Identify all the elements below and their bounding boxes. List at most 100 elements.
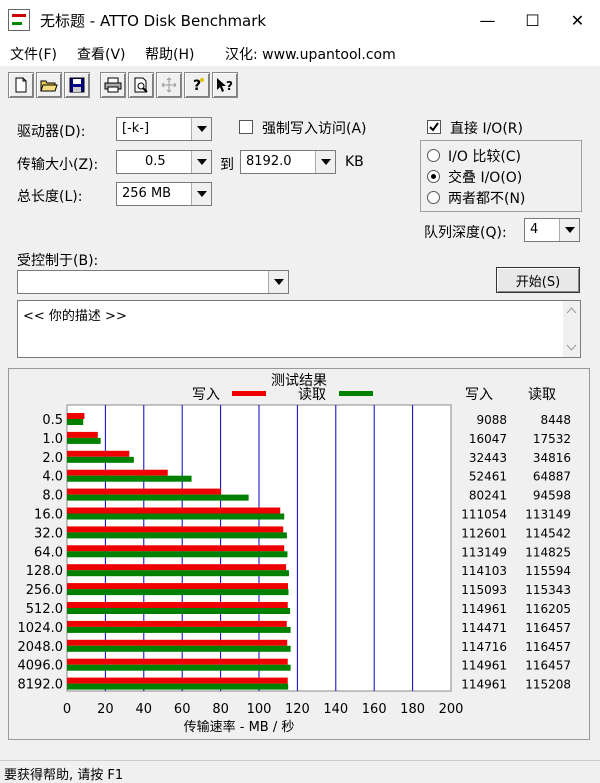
bar-write	[67, 620, 287, 627]
new-icon[interactable]	[8, 72, 34, 98]
total-length-value: 256 MB	[122, 186, 172, 201]
help-icon[interactable]: ?	[184, 72, 210, 98]
bar-read	[67, 589, 289, 596]
y-tick-label: 4.0	[42, 470, 63, 485]
bar-read	[67, 664, 291, 671]
menu-view[interactable]: 查看(V)	[77, 44, 126, 64]
y-tick-label: 1024.0	[18, 621, 64, 636]
bar-read	[67, 419, 84, 425]
controlled-by-label: 受控制于(B):	[17, 253, 99, 269]
scroll-arrows-icon	[566, 307, 577, 351]
value-read: 115594	[525, 564, 571, 578]
value-write: 114716	[461, 640, 507, 654]
bar-read	[67, 551, 288, 558]
y-tick-label: 128.0	[26, 564, 63, 579]
value-read: 17532	[533, 432, 571, 446]
y-tick-label: 256.0	[26, 583, 63, 598]
print-preview-icon[interactable]	[128, 72, 154, 98]
x-tick-label: 80	[212, 702, 229, 717]
value-write: 113149	[461, 545, 507, 559]
transfer-from-select[interactable]: 0.5	[116, 150, 212, 174]
maximize-button[interactable]: ☐	[510, 0, 555, 40]
drive-value: [-k-]	[122, 121, 150, 136]
y-tick-label: 8192.0	[18, 678, 64, 693]
bar-write	[67, 545, 285, 552]
direct-io-checkbox[interactable]	[427, 120, 441, 134]
bar-write	[67, 602, 288, 608]
svg-text:?: ?	[193, 78, 201, 93]
close-button[interactable]: ✕	[555, 0, 600, 40]
bar-read	[67, 683, 289, 690]
transfer-to-select[interactable]: 8192.0	[240, 150, 336, 174]
direct-io-label: 直接 I/O(R)	[450, 121, 523, 137]
bar-read	[67, 475, 192, 482]
controlled-by-select[interactable]	[17, 270, 289, 294]
open-icon[interactable]	[36, 72, 62, 98]
value-write: 9088	[476, 413, 507, 427]
y-tick-label: 16.0	[34, 508, 63, 523]
force-write-checkbox[interactable]	[239, 120, 253, 134]
value-read: 116457	[525, 640, 571, 654]
start-button-label: 开始(S)	[515, 274, 561, 290]
bar-read	[67, 513, 285, 520]
status-bar: 要获得帮助, 请按 F1	[0, 760, 600, 783]
value-write: 114961	[461, 659, 507, 673]
start-button[interactable]: 开始(S)	[496, 267, 580, 293]
results-chart: 0 20 40 60 80 100 120 140 160 180 200测试结果写入 读取 写入 读取传…	[18, 373, 572, 735]
menu-file[interactable]: 文件(F)	[10, 44, 57, 64]
bar-write	[67, 526, 284, 533]
chevron-down-icon	[191, 151, 211, 173]
bar-write	[67, 413, 85, 419]
value-read: 94598	[533, 489, 571, 503]
drive-select[interactable]: [-k-]	[116, 117, 212, 141]
col-header-write: 写入	[465, 387, 493, 403]
minimize-button[interactable]: —	[465, 0, 510, 40]
x-tick-label: 200	[439, 702, 464, 717]
x-tick-label: 60	[174, 702, 191, 717]
context-help-icon[interactable]: ?	[212, 72, 238, 98]
window-title: 无标题 - ATTO Disk Benchmark	[40, 12, 267, 30]
results-panel: 0 20 40 60 80 100 120 140 160 180 200 测试结果 写入 读取 写入 读取传…	[8, 368, 590, 740]
bar-read	[67, 456, 134, 463]
bar-read	[67, 532, 287, 539]
overlap-io-radio[interactable]	[427, 170, 440, 183]
description-text: << 你的描述 >>	[23, 309, 127, 324]
y-tick-label: 2.0	[42, 451, 63, 466]
title-bar: 无标题 - ATTO Disk Benchmark — ☐ ✕	[0, 0, 600, 40]
bar-write	[67, 583, 288, 590]
value-read: 113149	[525, 508, 571, 522]
description-textarea[interactable]: << 你的描述 >>	[17, 300, 581, 358]
x-tick-label: 160	[362, 702, 387, 717]
bar-write	[67, 488, 222, 495]
bar-read	[67, 626, 291, 633]
x-tick-label: 140	[323, 702, 348, 717]
y-tick-label: 512.0	[26, 602, 63, 617]
chevron-down-icon	[191, 118, 211, 140]
total-length-select[interactable]: 256 MB	[116, 182, 212, 206]
neither-label: 两者都不(N)	[448, 191, 526, 207]
total-length-label: 总长度(L):	[17, 189, 83, 205]
x-tick-label: 100	[247, 702, 272, 717]
bar-write	[67, 677, 288, 684]
bar-write	[67, 564, 287, 571]
io-compare-radio[interactable]	[427, 149, 440, 162]
description-scrollbar[interactable]	[563, 301, 580, 357]
value-read: 116457	[525, 621, 571, 635]
col-header-read: 读取	[528, 386, 556, 403]
legend-read-label: 读取	[298, 386, 326, 403]
neither-radio[interactable]	[427, 191, 440, 204]
value-write: 114471	[461, 621, 507, 635]
value-write: 16047	[469, 432, 507, 446]
value-write: 80241	[469, 489, 507, 503]
save-icon[interactable]	[64, 72, 90, 98]
menu-help[interactable]: 帮助(H)	[145, 44, 194, 64]
bar-write	[67, 658, 288, 665]
value-read: 34816	[533, 451, 571, 465]
value-read: 114825	[525, 545, 571, 559]
svg-text:?: ?	[226, 79, 233, 93]
chevron-down-icon	[191, 183, 211, 205]
queue-depth-select[interactable]: 4	[524, 218, 580, 242]
legend-write-label: 写入	[192, 387, 220, 403]
value-write: 114961	[461, 602, 507, 616]
print-icon[interactable]	[100, 72, 126, 98]
